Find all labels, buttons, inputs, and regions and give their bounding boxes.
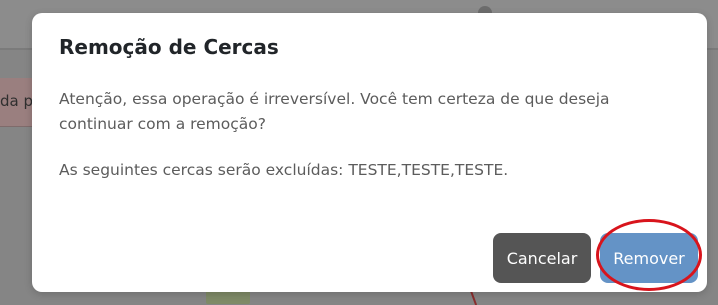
remove-button[interactable]: Remover (600, 233, 698, 283)
fences-to-delete-message: As seguintes cercas serão excluídas: TES… (59, 161, 509, 179)
dialog-body: Atenção, essa operação é irreversível. V… (59, 87, 679, 183)
warning-message: Atenção, essa operação é irreversível. V… (59, 90, 610, 133)
dialog-title: Remoção de Cercas (59, 35, 279, 59)
confirm-removal-dialog: Remoção de Cercas Atenção, essa operação… (32, 13, 707, 292)
cancel-button[interactable]: Cancelar (493, 233, 591, 283)
background-alert-text: da p (0, 92, 34, 110)
